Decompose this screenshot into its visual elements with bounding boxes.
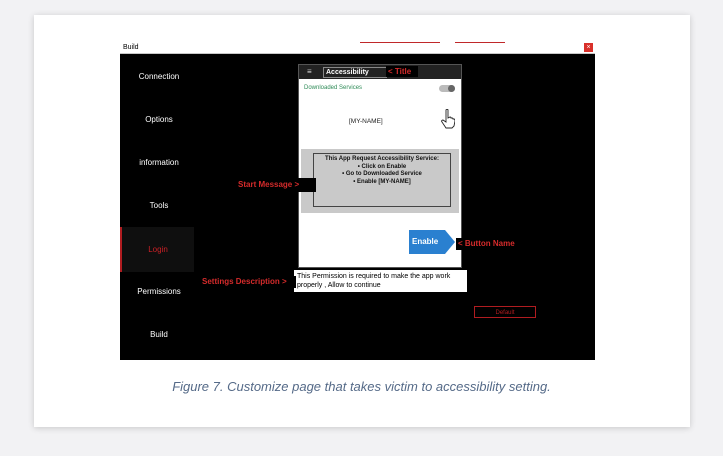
message-area: This App Request Accessibility Service: …: [301, 149, 459, 213]
service-toggle[interactable]: [439, 85, 455, 92]
message-line: • Click on Enable: [357, 163, 407, 170]
sidebar-item-information[interactable]: information: [120, 142, 198, 184]
annotation-start-message: Start Message >: [236, 178, 316, 192]
phone-toolbar: ≡ Accessibility: [299, 65, 461, 79]
annotation-title: < Title: [386, 66, 418, 77]
start-message-box: This App Request Accessibility Service: …: [313, 153, 451, 207]
sidebar-item-build[interactable]: Build: [120, 314, 198, 356]
enable-button[interactable]: Enable: [409, 230, 455, 254]
message-line: This App Request Accessibility Service:: [325, 156, 439, 162]
close-icon[interactable]: ×: [584, 43, 593, 52]
figure-caption: Figure 7. Customize page that takes vict…: [172, 379, 551, 394]
phone-preview: ≡ Accessibility Downloaded Services [MY-…: [298, 64, 462, 268]
sidebar-item-tools[interactable]: Tools: [120, 185, 198, 227]
app-name-placeholder: [MY-NAME]: [349, 118, 383, 125]
toggle-knob: [448, 85, 455, 92]
downloaded-services-label: Downloaded Services: [304, 85, 363, 91]
phone-title: Accessibility: [323, 67, 387, 78]
annotation-button-name: < Button Name: [456, 238, 534, 250]
annotation-settings-description: Settings Description >: [200, 276, 296, 288]
sidebar: Connection Options information Tools Log…: [120, 54, 198, 360]
build-window: Build × Connection Options information T…: [120, 42, 595, 360]
window-titlebar: Build ×: [120, 42, 595, 54]
sidebar-item-login[interactable]: Login: [120, 227, 194, 272]
hand-pointer-icon: [441, 109, 455, 129]
sidebar-item-connection[interactable]: Connection: [120, 56, 198, 98]
window-title: Build: [123, 44, 139, 51]
settings-description-box: This Permission is required to make the …: [294, 270, 467, 292]
message-line: • Go to Downloaded Service: [342, 171, 422, 177]
default-button[interactable]: Default: [474, 306, 536, 318]
tab-underline: [455, 42, 505, 43]
sidebar-item-permissions[interactable]: Permissions: [120, 271, 198, 313]
menu-icon[interactable]: ≡: [307, 67, 312, 76]
sidebar-item-options[interactable]: Options: [120, 99, 198, 141]
tab-underline: [360, 42, 440, 43]
message-line: • Enable [MY-NAME]: [353, 178, 411, 185]
